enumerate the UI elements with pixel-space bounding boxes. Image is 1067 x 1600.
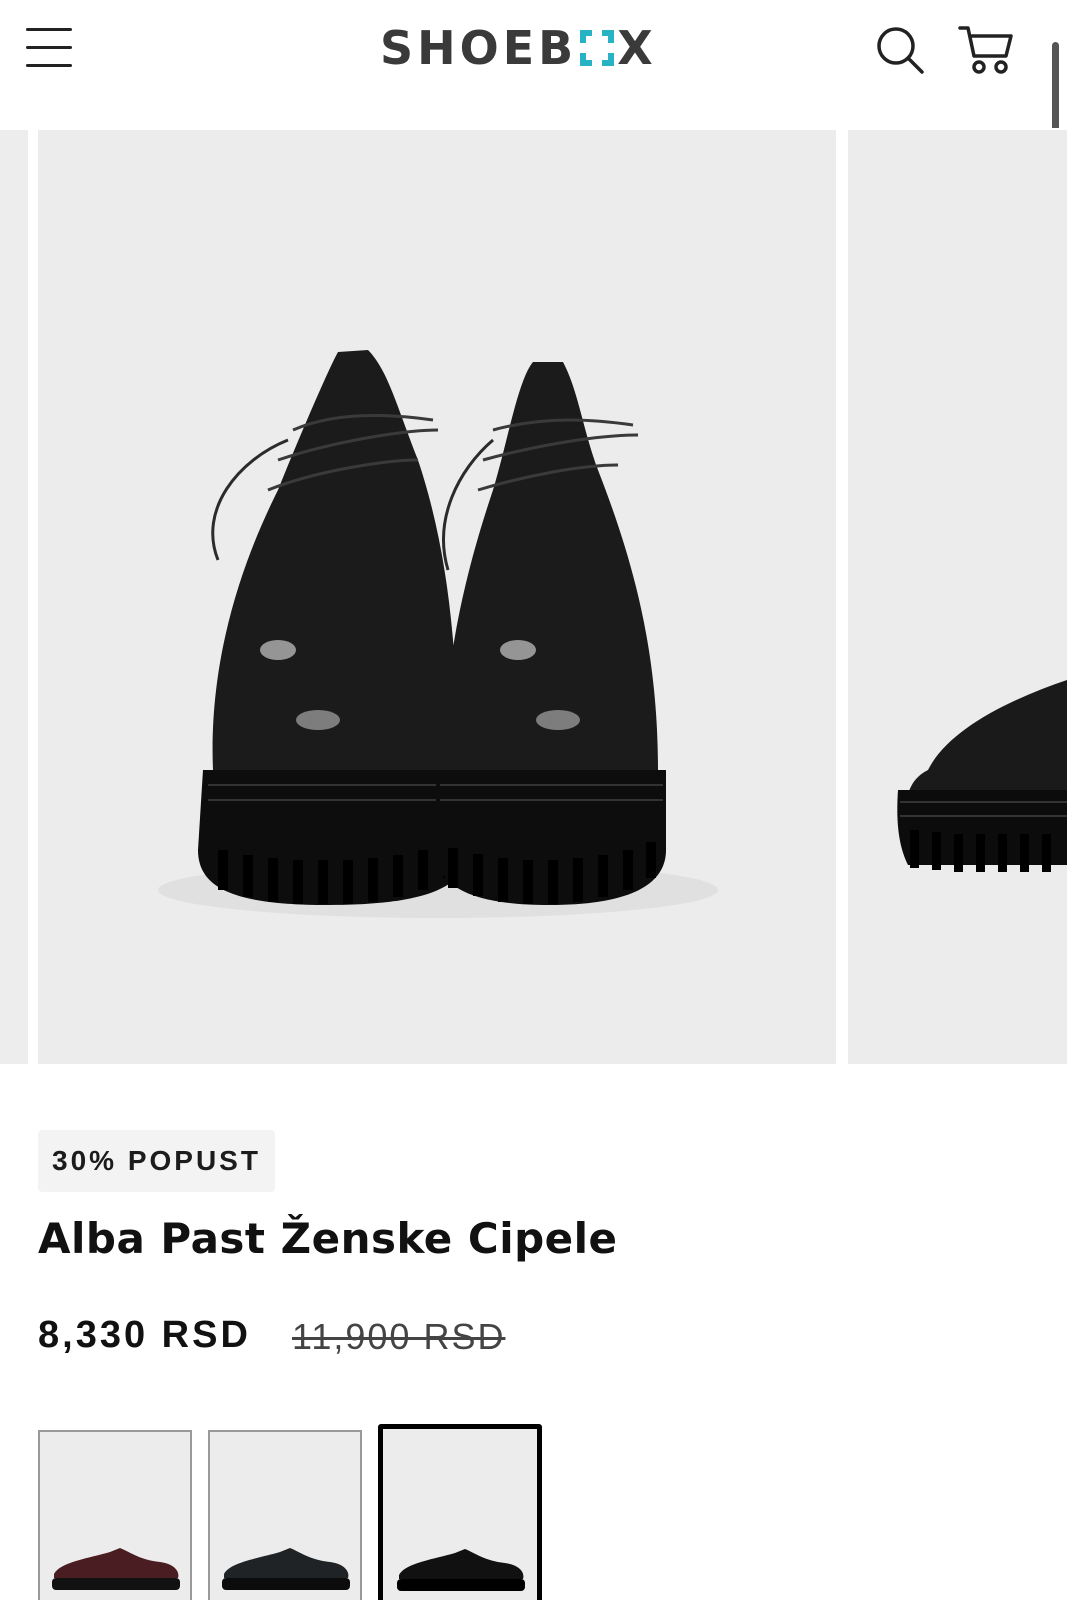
shoe-pair-illustration bbox=[158, 350, 718, 918]
burgundy-shoe-thumb bbox=[52, 1548, 180, 1590]
logo-text-right: X bbox=[617, 21, 657, 75]
shoebox-logo[interactable]: SHOEB X bbox=[380, 20, 657, 76]
sale-price: 8,330 RSD bbox=[38, 1314, 251, 1356]
menu-line bbox=[26, 46, 72, 49]
search-icon[interactable] bbox=[874, 24, 926, 76]
site-header: SHOEB X bbox=[0, 0, 1067, 128]
next-slide-image[interactable] bbox=[848, 130, 1067, 1064]
discount-badge: 30% POPUST bbox=[38, 1130, 275, 1192]
black-patent-shoe-thumb bbox=[397, 1549, 525, 1591]
variant-thumbnail-black-patent-selected[interactable] bbox=[378, 1424, 542, 1600]
variant-thumbnail-black-matte[interactable] bbox=[208, 1430, 362, 1600]
logo-text-left: SHOEB bbox=[380, 21, 578, 75]
shopping-cart-icon[interactable] bbox=[958, 22, 1014, 76]
black-matte-shoe-thumb bbox=[222, 1548, 350, 1590]
variant-thumbnail-burgundy[interactable] bbox=[38, 1430, 192, 1600]
menu-line bbox=[26, 64, 72, 67]
product-image-gallery[interactable] bbox=[0, 128, 1067, 1066]
product-title: Alba Past Ženske Cipele bbox=[38, 1214, 618, 1263]
previous-slide[interactable] bbox=[0, 130, 28, 1064]
shoe-side-illustration bbox=[897, 680, 1067, 872]
logo-box-icon bbox=[579, 29, 615, 67]
color-variant-selector bbox=[38, 1424, 598, 1600]
hamburger-menu-icon[interactable] bbox=[26, 26, 74, 72]
original-price: 11,900 RSD bbox=[292, 1316, 506, 1357]
menu-line bbox=[26, 28, 72, 31]
current-slide-image[interactable] bbox=[38, 130, 836, 1064]
